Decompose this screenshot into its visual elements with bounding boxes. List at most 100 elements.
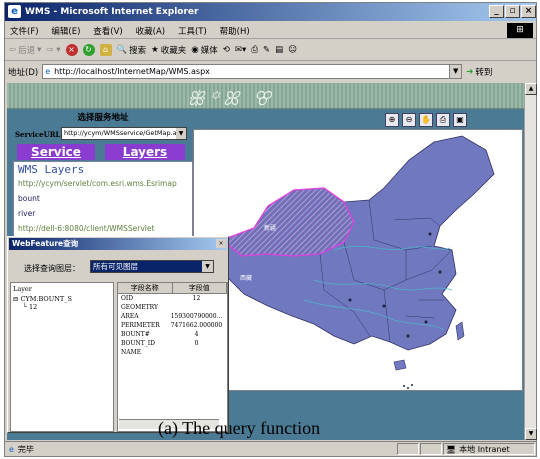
tree-root: Layer [13,285,32,293]
address-input[interactable]: e http://localhost/InternetMap/WMS.aspx … [42,64,463,79]
layer-item[interactable]: river [18,209,192,218]
tree-node[interactable]: ⊟ CYM.BOUNT_S [13,295,111,303]
forward-button[interactable]: ⇨ ▾ [46,45,60,55]
field-name: OID [121,295,134,302]
favorites-button[interactable]: ★ 收藏夹 [151,44,186,56]
south-sea-islands [403,384,413,389]
print-button[interactable]: ⎙ [251,45,258,55]
page-done-icon: e [9,444,14,454]
menu-tools[interactable]: 工具(T) [173,22,212,40]
collapse-icon[interactable]: ⊟ [13,295,18,303]
webfeature-dialog: WebFeature查询 × 选择查询图层： 所有可见图层 ▼ Layer ⊟ … [7,236,229,433]
media-icon: ◉ [191,45,199,55]
menu-edit[interactable]: 编辑(E) [46,22,85,40]
fields-table: 字段名称 字段值 OID 12 GEOMETRY AREA 159300790000… [117,282,228,432]
print-icon[interactable]: ⎙ [436,113,450,127]
map-region-hainan[interactable] [393,359,407,371]
favorites-label: 收藏夹 [160,46,187,56]
map-view[interactable]: 新疆 西藏 [193,129,523,391]
query-layer-select[interactable]: 所有可见图层 ▼ [90,260,214,273]
menu-view[interactable]: 查看(V) [88,22,127,40]
minimize-button[interactable]: _ [489,5,504,18]
figure-caption: (a) The query function [158,418,321,438]
go-arrow-icon: ➜ [466,66,474,77]
pan-hand-icon[interactable]: ✋ [419,113,433,127]
layer-url[interactable]: http://ycym/servlet/com.esri.wms.Esrimap [18,179,192,188]
chevron-down-icon[interactable]: ▼ [176,128,186,139]
zone-indicator: 🖥 本地 Intranet [443,443,535,455]
refresh-icon[interactable]: ↻ [82,44,95,56]
query-layer-label: 选择查询图层： [24,264,80,273]
field-value: 0 [194,340,199,347]
tab-service[interactable]: Service [17,144,95,160]
menu-help[interactable]: 帮助(H) [215,22,255,40]
layer-tree: Layer ⊟ CYM.BOUNT_S └ 12 [10,282,114,432]
messenger-button[interactable]: ☺ [288,45,297,55]
ie-logo-icon: e [8,5,21,18]
tab-layers[interactable]: Layers [105,144,185,160]
intranet-icon: 🖥 [446,444,457,454]
service-url-select[interactable]: http://ycym/WMSservice/GetMap.a ▼ [61,127,187,140]
table-row: BOUNT_ID 0 [118,339,227,348]
dialog-title: WebFeature查询 [9,238,227,250]
identify-icon[interactable]: ▣ [453,113,467,127]
field-name: BOUNT# [121,331,150,338]
scroll-down-icon[interactable]: ▼ [525,428,537,440]
media-button[interactable]: ◉ 媒体 [191,44,217,56]
go-button[interactable]: ➜ 转到 [466,66,492,78]
chevron-down-icon[interactable]: ▼ [202,261,213,272]
back-button[interactable]: ⇦ 后退 ▾ [9,44,41,56]
service-url-label: ServiceURL [15,130,61,139]
scroll-up-icon[interactable]: ▲ [525,83,537,95]
status-text: 完毕 [17,444,34,454]
edit-button[interactable]: ✎ [263,45,270,55]
map-toolbar: ⊕ ⊖ ✋ ⎙ ▣ [385,113,467,127]
field-name: PERIMETER [121,322,160,329]
search-button[interactable]: 🔍 搜索 [117,44,147,56]
discuss-button[interactable]: ▤ [275,45,283,55]
chevron-down-icon[interactable]: ▼ [449,65,462,78]
maximize-button[interactable]: ▫ [505,5,520,18]
map-region-xinjiang[interactable] [220,187,355,257]
banner-logo: ꕥ꙳ꕤ ꕢ [187,88,275,110]
service-url-value: http://ycym/WMSservice/GetMap.a [64,129,177,137]
address-bar: 地址(D) e http://localhost/InternetMap/WMS… [5,62,536,81]
field-name: BOUNT_ID [121,340,155,347]
china-map[interactable]: 新疆 西藏 [194,130,523,391]
back-arrow-icon: ⇦ [9,45,17,55]
field-value: 7471662.000000 [170,322,223,329]
service-panel: 选择服务地址 ServiceURL http://ycym/WMSservice… [13,111,193,237]
home-icon[interactable]: ⌂ [99,44,112,56]
stop-icon[interactable]: × [65,44,78,56]
address-label: 地址(D) [8,67,39,78]
table-row: AREA 159300790000... [118,312,227,321]
chevron-down-icon: ▾ [37,45,42,55]
history-button[interactable]: ⟲ [223,45,230,55]
tree-branch-icon: └ [23,303,27,311]
close-button[interactable]: × [521,5,536,18]
menu-file[interactable]: 文件(F) [5,22,44,40]
field-value: 4 [194,331,199,338]
col-value-header: 字段值 [173,283,227,293]
layer-url[interactable]: http://dell-6:8080/client/WMSServlet [18,224,192,233]
vertical-scrollbar[interactable]: ▲ ▼ [524,83,537,440]
tree-leaf[interactable]: └ 12 [13,303,111,311]
map-region-taiwan[interactable] [455,321,465,341]
zoom-out-icon[interactable]: ⊖ [402,113,416,127]
zoom-in-icon[interactable]: ⊕ [385,113,399,127]
field-name: NAME [121,349,142,356]
field-name: GEOMETRY [121,304,158,311]
search-icon: 🔍 [116,45,128,55]
table-row: NAME [118,348,227,357]
mail-button[interactable]: ✉▾ [235,45,246,55]
media-label: 媒体 [200,46,218,56]
address-url: http://localhost/InternetMap/WMS.aspx [54,67,210,76]
layer-item[interactable]: bount [18,194,192,203]
page-icon: e [45,67,51,76]
search-label: 搜索 [129,46,147,56]
status-cell [420,443,442,455]
dialog-close-button[interactable]: × [216,239,226,248]
menu-bar: 文件(F) 编辑(E) 查看(V) 收藏(A) 工具(T) 帮助(H) ⊞ [5,22,536,39]
menu-favorites[interactable]: 收藏(A) [131,22,170,40]
layers-heading: WMS Layers [18,163,85,176]
